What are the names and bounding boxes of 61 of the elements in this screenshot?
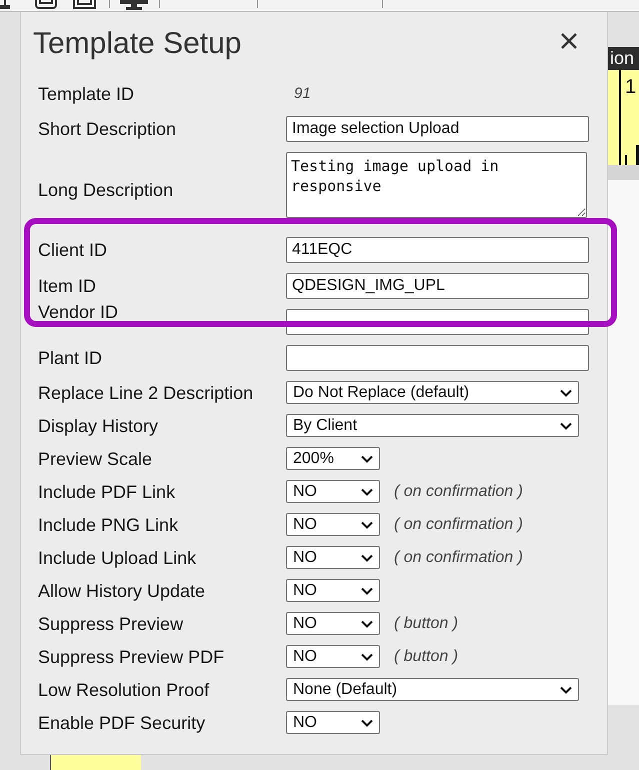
field-label: Preview Scale (38, 448, 152, 470)
field-label: Enable PDF Security (38, 712, 206, 734)
field-note: ( on confirmation ) (394, 516, 523, 534)
dialog-title: Template Setup (33, 26, 242, 62)
text-field[interactable] (286, 345, 589, 371)
text-area[interactable]: Testing image upload in responsive (286, 152, 587, 218)
dropdown[interactable]: Do Not Replace (default) (286, 381, 579, 404)
column-header: ion (608, 47, 639, 70)
field-label: Low Resolution Proof (38, 678, 210, 700)
text-field[interactable]: QDESIGN_IMG_UPL (286, 273, 589, 299)
field-label: Item ID (38, 275, 96, 297)
dropdown[interactable]: NO (286, 579, 380, 602)
chevron-icon (361, 554, 373, 562)
chevron-icon (560, 388, 572, 396)
dropdown[interactable]: NO (286, 645, 380, 668)
dropdown[interactable]: None (Default) (286, 678, 579, 701)
chevron-icon (560, 686, 572, 694)
close-button[interactable] (561, 33, 577, 49)
field-label: Long Description (38, 178, 174, 200)
field-value: 91 (293, 85, 311, 102)
field-label: Suppress Preview (38, 612, 184, 634)
chevron-icon (361, 586, 373, 594)
field-label: Suppress Preview PDF (38, 646, 224, 668)
tray-icon[interactable] (35, 0, 57, 9)
chevron-icon (361, 652, 373, 660)
field-label: Allow History Update (38, 580, 206, 602)
dropdown[interactable]: 200% (286, 447, 380, 470)
chevron-icon (361, 454, 373, 462)
field-label: Include Upload Link (38, 546, 196, 568)
dropdown[interactable]: NO (286, 612, 380, 635)
monitor-icon[interactable] (120, 0, 148, 10)
chevron-icon (361, 488, 373, 496)
field-label: Include PDF Link (38, 480, 176, 502)
chevron-icon (361, 718, 373, 726)
stand-icon[interactable] (0, 0, 10, 9)
field-label: Include PNG Link (38, 514, 178, 536)
field-note: ( button ) (394, 614, 458, 632)
dropdown[interactable]: NO (286, 546, 380, 569)
field-label: Replace Line 2 Description (38, 382, 254, 404)
dropdown[interactable]: NO (286, 513, 380, 536)
field-note: ( button ) (394, 648, 458, 666)
barcode-drawing (625, 145, 639, 165)
field-label: Display History (38, 414, 158, 436)
field-label: Short Description (38, 118, 176, 140)
chevron-icon (560, 422, 572, 430)
field-label: Template ID (38, 82, 134, 104)
field-note: ( on confirmation ) (394, 482, 523, 500)
field-note: ( on confirmation ) (394, 548, 523, 566)
text-field[interactable]: Image selection Upload (286, 116, 589, 142)
field-label: Vendor ID (38, 303, 118, 321)
chevron-icon (361, 620, 373, 628)
dropdown[interactable]: NO (286, 711, 380, 734)
dropdown[interactable]: NO (286, 480, 380, 503)
dropdown[interactable]: By Client (286, 414, 579, 437)
field-label: Plant ID (38, 347, 102, 369)
box-icon[interactable] (73, 0, 96, 9)
cell-text: 1 (625, 76, 636, 98)
panel-footer (608, 165, 639, 180)
chevron-icon (361, 520, 373, 528)
field-label: Client ID (38, 239, 108, 261)
text-field[interactable]: 411EQC (286, 237, 589, 263)
